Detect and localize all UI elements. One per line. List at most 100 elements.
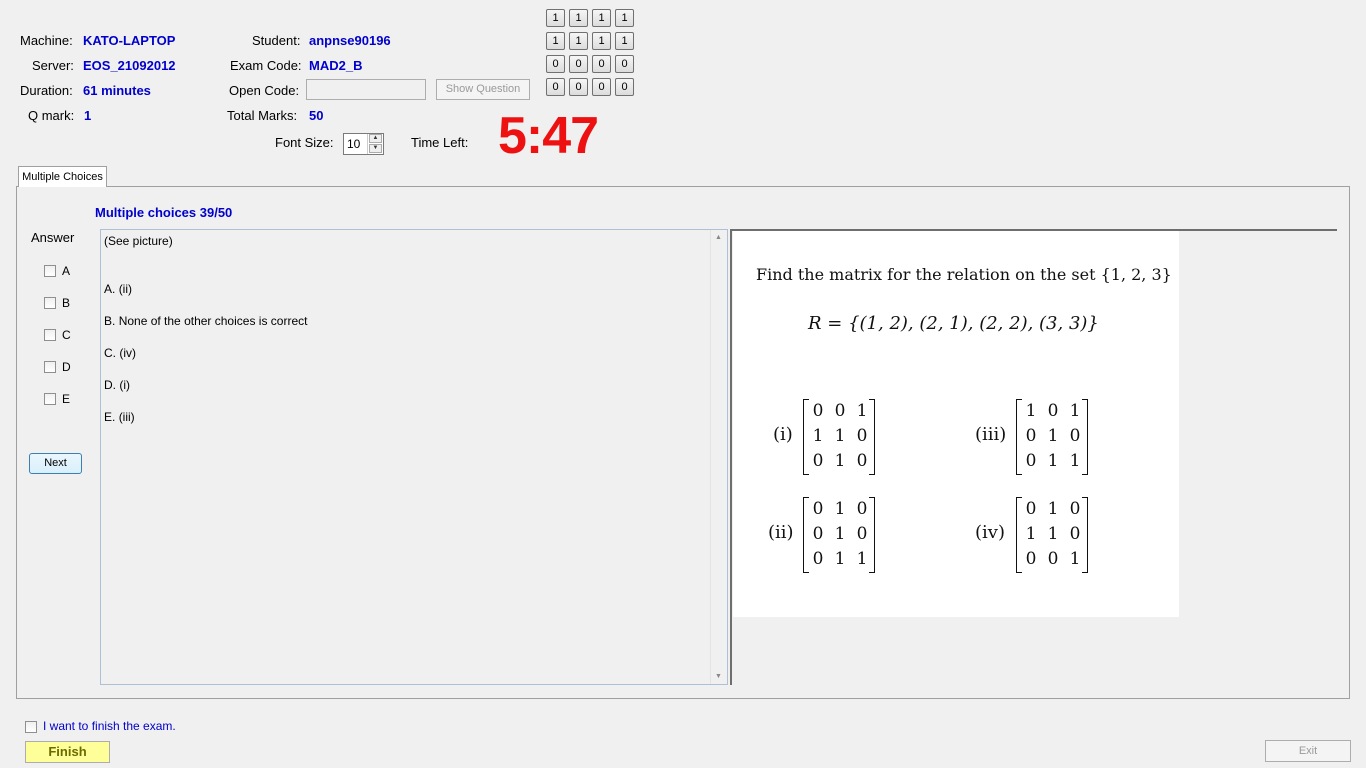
next-button[interactable]: Next xyxy=(29,453,82,474)
stepper-down-icon[interactable]: ▼ xyxy=(369,144,382,153)
code-grid-button[interactable]: 1 xyxy=(569,32,588,50)
matrix-cell: 1 xyxy=(1047,524,1059,544)
answer-label-d: D xyxy=(62,360,71,374)
qmark-value: 1 xyxy=(84,108,92,123)
matrix-cell: 0 xyxy=(1025,549,1037,569)
tab-multiple-choices[interactable]: Multiple Choices xyxy=(18,166,107,187)
matrix-cell: 1 xyxy=(856,549,868,569)
code-grid-button[interactable]: 0 xyxy=(615,78,634,96)
question-scrollbar[interactable]: ▲ ▼ xyxy=(710,230,727,684)
stepper-arrows: ▲ ▼ xyxy=(367,134,383,154)
total-marks-label: Total Marks: xyxy=(227,108,298,123)
server-value: EOS_21092012 xyxy=(83,58,176,73)
matrix-cell: 0 xyxy=(856,524,868,544)
matrix-label-ii: (ii) xyxy=(768,522,794,543)
student-label: Student: xyxy=(252,33,301,48)
matrix-cell: 0 xyxy=(1069,426,1081,446)
matrix-iii: 1 0 1 0 1 0 0 1 1 xyxy=(1016,399,1088,475)
student-value: anpnse90196 xyxy=(309,33,391,48)
matrix-cell: 1 xyxy=(834,549,846,569)
answer-label: Answer xyxy=(31,230,75,245)
matrix-cell: 1 xyxy=(1025,401,1037,421)
choice-letter: D. xyxy=(104,378,116,392)
code-grid-button[interactable]: 0 xyxy=(592,78,611,96)
answer-label-a: A xyxy=(62,264,71,278)
time-left-value: 5:47 xyxy=(498,107,599,165)
answer-checkbox-a[interactable] xyxy=(44,265,56,277)
duration-value: 61 minutes xyxy=(83,83,151,98)
finish-exam-checkbox[interactable] xyxy=(25,721,37,733)
scroll-up-icon[interactable]: ▲ xyxy=(715,234,722,241)
code-grid-button[interactable]: 1 xyxy=(546,9,565,27)
code-grid-button[interactable]: 1 xyxy=(546,32,565,50)
answer-checkbox-c[interactable] xyxy=(44,329,56,341)
matrix-cell: 1 xyxy=(1047,451,1059,471)
choice-text: (iv) xyxy=(119,346,137,360)
total-marks-value: 50 xyxy=(309,108,324,123)
code-grid-button[interactable]: 1 xyxy=(592,32,611,50)
font-size-stepper[interactable]: 10 ▲ ▼ xyxy=(343,133,384,155)
matrix-cell: 0 xyxy=(812,401,824,421)
machine-value: KATO-LAPTOP xyxy=(83,33,176,48)
code-grid-button[interactable]: 0 xyxy=(592,55,611,73)
choice-text: None of the other choices is correct xyxy=(118,314,308,328)
exam-code-value: MAD2_B xyxy=(309,58,363,73)
matrix-cell: 0 xyxy=(856,451,868,471)
code-grid-button[interactable]: 1 xyxy=(592,9,611,27)
choice-b: B. None of the other choices is correct xyxy=(104,314,307,328)
code-grid-button[interactable]: 0 xyxy=(615,55,634,73)
matrix-cell: 1 xyxy=(1069,401,1081,421)
code-grid-button[interactable]: 0 xyxy=(569,55,588,73)
stepper-up-icon[interactable]: ▲ xyxy=(369,134,382,143)
matrix-label-iii: (iii) xyxy=(975,424,1007,445)
finish-exam-label: I want to finish the exam. xyxy=(43,719,176,733)
code-grid-button[interactable]: 0 xyxy=(546,55,565,73)
matrix-cell: 1 xyxy=(834,426,846,446)
matrix-cell: 1 xyxy=(1047,426,1059,446)
answer-checkbox-d[interactable] xyxy=(44,361,56,373)
choice-letter: E. xyxy=(104,410,116,424)
show-question-button[interactable]: Show Question xyxy=(436,79,530,100)
matrix-cell: 1 xyxy=(856,401,868,421)
qmark-label: Q mark: xyxy=(28,108,75,123)
answer-label-e: E xyxy=(62,392,71,406)
matrix-cell: 1 xyxy=(1069,451,1081,471)
picture-relation: R = {(1, 2), (2, 1), (2, 2), (3, 3)} xyxy=(808,313,1099,334)
exit-button[interactable]: Exit xyxy=(1265,740,1351,762)
open-code-input[interactable] xyxy=(306,79,426,100)
finish-button[interactable]: Finish xyxy=(25,741,110,763)
choice-d: D. (i) xyxy=(104,378,130,392)
matrix-cell: 0 xyxy=(1025,426,1037,446)
matrix-cell: 1 xyxy=(1025,524,1037,544)
answer-label-b: B xyxy=(62,296,71,310)
open-code-label: Open Code: xyxy=(229,83,300,98)
answer-checkbox-e[interactable] xyxy=(44,393,56,405)
code-grid-button[interactable]: 0 xyxy=(546,78,565,96)
code-grid-button[interactable]: 1 xyxy=(615,9,634,27)
matrix-cell: 0 xyxy=(856,426,868,446)
matrix-iv: 0 1 0 1 1 0 0 0 1 xyxy=(1016,497,1088,573)
matrix-cell: 1 xyxy=(834,451,846,471)
matrix-cell: 1 xyxy=(834,499,846,519)
font-size-value: 10 xyxy=(347,137,361,151)
exam-code-label: Exam Code: xyxy=(230,58,302,73)
matrix-cell: 0 xyxy=(812,549,824,569)
matrix-cell: 1 xyxy=(812,426,824,446)
choice-letter: C. xyxy=(104,346,116,360)
matrix-i: 0 0 1 1 1 0 0 1 0 xyxy=(803,399,875,475)
matrix-cell: 0 xyxy=(1047,401,1059,421)
time-left-label: Time Left: xyxy=(411,135,469,150)
answer-checkbox-b[interactable] xyxy=(44,297,56,309)
answer-label-c: C xyxy=(62,328,71,342)
scroll-down-icon[interactable]: ▼ xyxy=(715,673,722,680)
question-prompt: (See picture) xyxy=(104,234,173,248)
matrix-cell: 0 xyxy=(834,401,846,421)
matrix-cell: 0 xyxy=(1069,524,1081,544)
code-grid-button[interactable]: 0 xyxy=(569,78,588,96)
machine-label: Machine: xyxy=(20,33,73,48)
code-grid-button[interactable]: 1 xyxy=(615,32,634,50)
code-grid-button[interactable]: 1 xyxy=(569,9,588,27)
question-picture: Find the matrix for the relation on the … xyxy=(733,231,1179,617)
question-text-area[interactable]: (See picture) A. (ii) B. None of the oth… xyxy=(100,229,728,685)
server-label: Server: xyxy=(32,58,74,73)
